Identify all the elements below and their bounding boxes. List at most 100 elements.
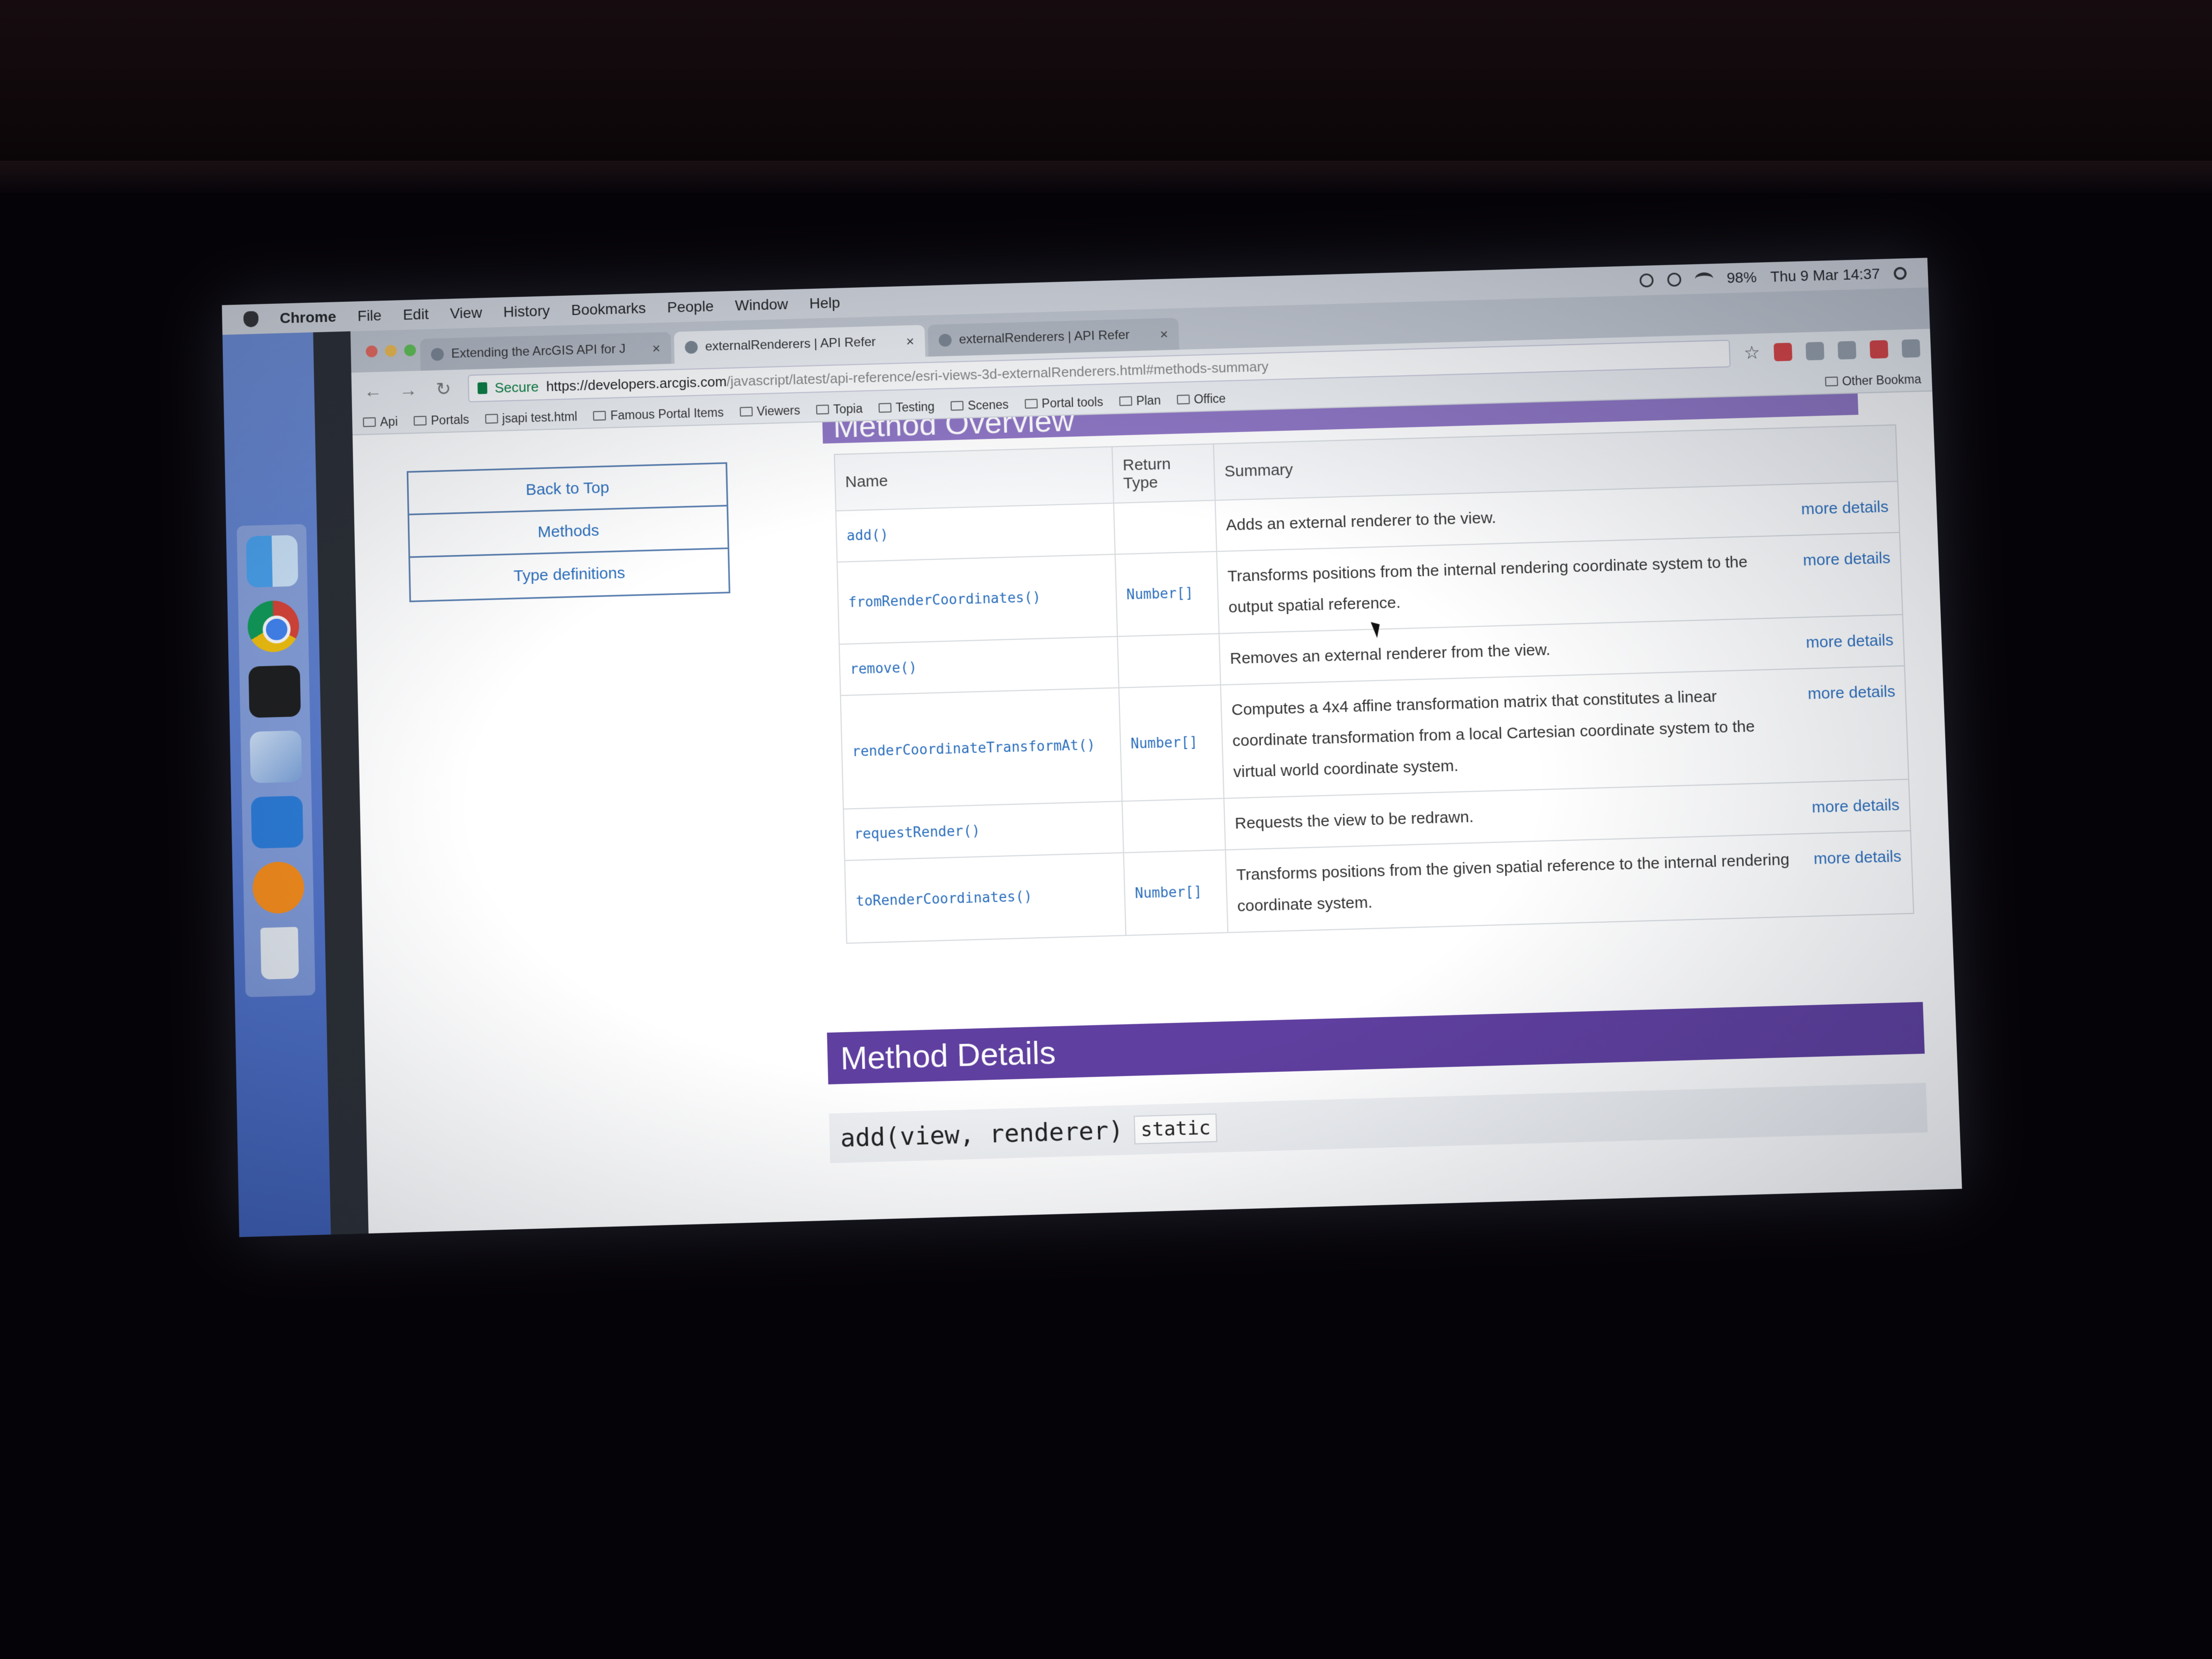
bookmark-item[interactable]: Viewers (739, 403, 801, 419)
more-details-link[interactable]: more details (1803, 543, 1892, 607)
method-name-link[interactable]: toRenderCoordinates() (845, 853, 1126, 944)
preview-icon[interactable] (249, 730, 302, 783)
more-details-link[interactable]: more details (1813, 841, 1903, 906)
info-icon[interactable] (1639, 273, 1654, 288)
battery-percent[interactable]: 98% (1727, 269, 1757, 287)
method-name-link[interactable]: add() (835, 503, 1115, 562)
nav-type-definitions[interactable]: Type definitions (410, 549, 729, 601)
menu-app-chrome[interactable]: Chrome (280, 308, 337, 327)
more-details-link[interactable]: more details (1800, 492, 1889, 525)
back-arrow-icon[interactable]: ← (362, 380, 384, 402)
bookmark-item[interactable]: jsapi test.html (485, 409, 578, 427)
airplay-icon[interactable] (1667, 272, 1682, 287)
lock-icon (477, 382, 488, 394)
forward-arrow-icon[interactable]: → (398, 379, 420, 401)
menu-help[interactable]: Help (809, 294, 840, 312)
url-path: /javascript/latest/api-reference/esri-vi… (726, 358, 1269, 390)
summary-text: Computes a 4x4 affine transformation mat… (1231, 687, 1755, 781)
tab-close-icon[interactable]: × (652, 340, 661, 356)
extension-icon[interactable] (1837, 341, 1857, 360)
menu-edit[interactable]: Edit (403, 306, 429, 324)
dock-shelf (236, 524, 316, 997)
bookmark-item[interactable]: Testing (878, 399, 935, 415)
extension-icon[interactable] (1773, 342, 1792, 362)
column-header-return-type: Return Type (1112, 444, 1215, 503)
menu-kebab-icon[interactable] (1901, 339, 1920, 358)
tab-favicon-icon (431, 348, 444, 361)
folder-icon (739, 407, 753, 417)
menu-file[interactable]: File (357, 307, 382, 325)
more-details-link[interactable]: more details (1805, 625, 1894, 658)
static-badge: static (1133, 1113, 1217, 1145)
apple-icon[interactable] (243, 311, 259, 327)
bookmark-item[interactable]: Portal tools (1024, 394, 1103, 411)
tab-title: externalRenderers | API Refer (705, 334, 876, 354)
chrome-icon[interactable] (247, 600, 300, 653)
menu-status-area: 98% Thu 9 Mar 14:37 (1639, 264, 1929, 289)
finder-icon[interactable] (246, 535, 298, 588)
tab-title: Extending the ArcGIS API for J (451, 341, 626, 361)
bookmark-item[interactable]: Office (1176, 391, 1226, 407)
bookmark-item[interactable]: Scenes (950, 397, 1009, 413)
bookmark-item[interactable]: Topia (816, 401, 863, 417)
extension-icon[interactable] (1805, 341, 1825, 361)
return-type (1122, 798, 1225, 853)
summary-cell: Computes a 4x4 affine transformation mat… (1220, 666, 1909, 798)
menu-bookmarks[interactable]: Bookmarks (571, 300, 646, 319)
menu-people[interactable]: People (667, 298, 714, 316)
menu-history[interactable]: History (503, 302, 550, 320)
summary-text: Transforms positions from the given spat… (1236, 850, 1790, 915)
bookmark-star-icon[interactable]: ☆ (1744, 342, 1761, 363)
summary-text: Requests the view to be redrawn. (1234, 808, 1474, 833)
clock[interactable]: Thu 9 Mar 14:37 (1770, 265, 1880, 285)
more-details-link[interactable]: more details (1811, 790, 1900, 824)
return-type (1114, 500, 1217, 555)
method-name-link[interactable]: remove() (839, 636, 1119, 696)
folder-icon (950, 401, 964, 411)
summary-text: Adds an external renderer to the view. (1225, 509, 1497, 534)
folder-icon (1176, 394, 1190, 405)
close-window-icon[interactable] (365, 345, 378, 357)
bookmark-item[interactable]: Famous Portal Items (593, 405, 724, 423)
extension-icon[interactable] (1869, 340, 1889, 359)
spotlight-search-icon[interactable] (1893, 266, 1907, 280)
other-bookmarks[interactable]: Other Bookma (1825, 372, 1922, 389)
projected-screen: Chrome File Edit View History Bookmarks … (222, 258, 1962, 1237)
tab-close-icon[interactable]: × (906, 333, 915, 349)
wifi-icon[interactable] (1694, 272, 1713, 286)
vscode-icon[interactable] (251, 795, 304, 849)
tab-favicon-icon (684, 340, 698, 354)
dock (222, 332, 331, 1237)
url-host: https://developers.arcgis.com (545, 373, 727, 394)
bookmark-item[interactable]: Plan (1119, 393, 1161, 408)
trash-icon[interactable] (260, 926, 299, 980)
menu-window[interactable]: Window (735, 296, 788, 314)
return-type-link[interactable]: Number[] (1119, 685, 1224, 802)
method-name-link[interactable]: requestRender() (843, 801, 1124, 861)
bookmark-item[interactable]: Api (363, 414, 398, 430)
method-name-link[interactable]: fromRenderCoordinates() (837, 554, 1118, 645)
folder-icon (363, 417, 376, 428)
secure-label: Secure (494, 378, 539, 396)
summary-text: Removes an external renderer from the vi… (1229, 641, 1551, 668)
chrome-window: Extending the ArcGIS API for J × externa… (350, 287, 1962, 1234)
method-name-link[interactable]: renderCoordinateTransformAt() (840, 687, 1123, 809)
reload-icon[interactable]: ↻ (432, 378, 454, 400)
minimize-window-icon[interactable] (385, 345, 397, 357)
menu-view[interactable]: View (450, 304, 482, 322)
method-details-heading: Method Details (827, 1002, 1925, 1085)
summary-text: Transforms positions from the internal r… (1227, 553, 1748, 617)
folder-icon (414, 415, 427, 426)
blender-icon[interactable] (252, 861, 305, 914)
tab-close-icon[interactable]: × (1160, 326, 1168, 342)
terminal-icon[interactable] (248, 665, 301, 718)
tab-favicon-icon (938, 333, 952, 347)
folder-icon (878, 402, 892, 413)
page-icon (485, 414, 498, 424)
return-type-link[interactable]: Number[] (1115, 551, 1219, 637)
bookmark-item[interactable]: Portals (414, 412, 469, 428)
return-type-link[interactable]: Number[] (1123, 850, 1228, 936)
signature-text: add(view, renderer) (840, 1115, 1124, 1153)
zoom-window-icon[interactable] (404, 344, 416, 356)
more-details-link[interactable]: more details (1807, 676, 1899, 772)
